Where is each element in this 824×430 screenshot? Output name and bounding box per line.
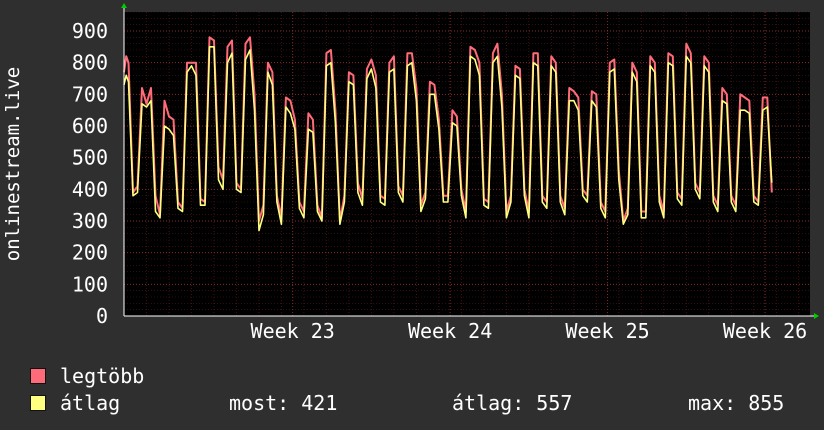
x-tick-label: Week 25 (565, 319, 649, 343)
legend-label-avg: átlag (60, 391, 121, 415)
y-tick-label: 400 (72, 177, 108, 201)
legend-swatch-avg (30, 395, 46, 411)
stat-max: max: 855 (688, 391, 785, 415)
x-tick-label: Week 26 (723, 319, 807, 343)
y-tick-label: 600 (72, 114, 108, 138)
chart: 0 100 200 300 400 500 600 700 800 900 Week 23 Week… (0, 0, 824, 360)
stat-average: átlag: 557 (452, 391, 573, 415)
legend-item-max: legtöbb (30, 363, 144, 389)
legend-swatch-max (30, 368, 46, 384)
legend: legtöbb átlag most: 421 átlag: 557 max: … (0, 360, 824, 430)
y-tick-label: 0 (96, 304, 108, 328)
x-tick-label: Week 24 (408, 319, 492, 343)
y-tick-label: 200 (72, 241, 108, 265)
y-tick-label: 700 (72, 82, 108, 106)
y-tick-label: 300 (72, 209, 108, 233)
stat-now: most: 421 (229, 391, 338, 415)
x-tick-label: Week 23 (251, 319, 335, 343)
legend-item-avg: átlag (30, 390, 120, 416)
y-tick-label: 100 (72, 272, 108, 296)
y-tick-label: 800 (72, 51, 108, 75)
legend-label-max: legtöbb (60, 364, 145, 388)
y-tick-label: 500 (72, 146, 108, 170)
y-tick-label: 900 (72, 19, 108, 43)
y-axis-label: onlinestream.live (2, 67, 24, 261)
